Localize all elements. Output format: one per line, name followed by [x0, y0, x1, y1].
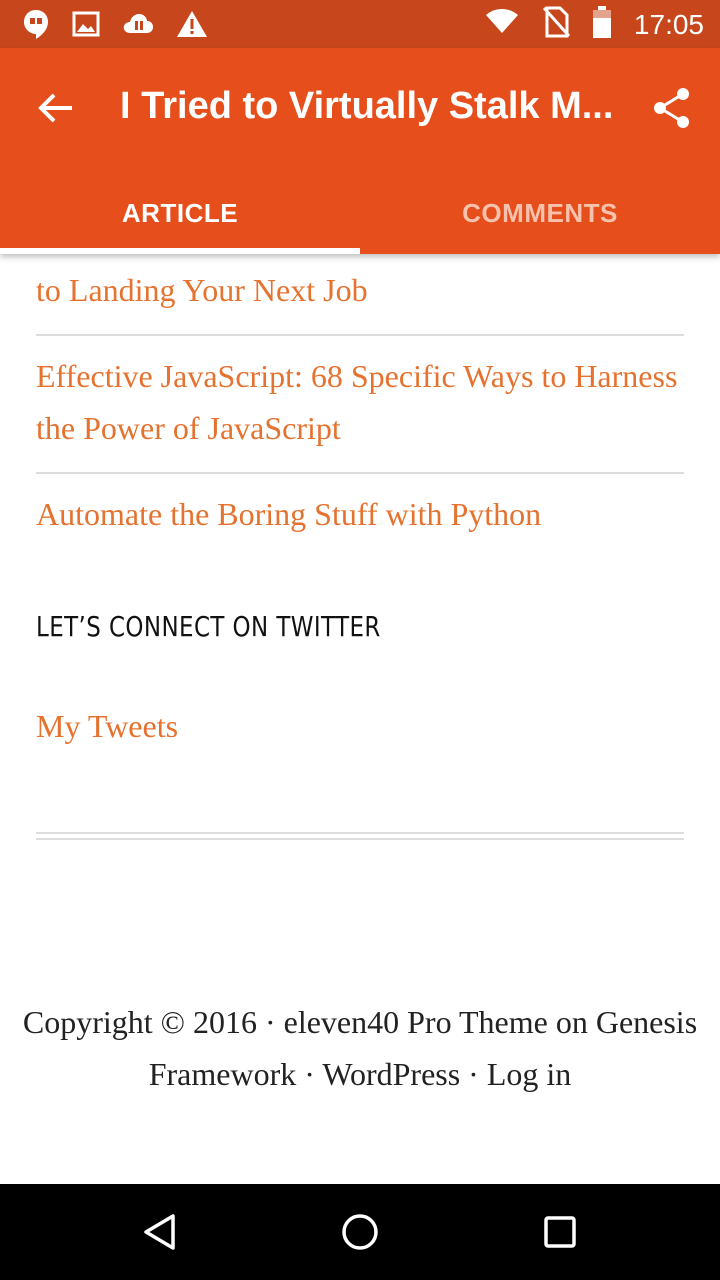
cloud-icon — [122, 11, 154, 42]
clock: 17:05 — [633, 8, 704, 40]
divider — [36, 472, 684, 474]
footer-divider — [36, 838, 684, 840]
book-link[interactable]: Automate the Boring Stuff with Python — [36, 488, 684, 540]
warning-icon — [176, 10, 208, 43]
image-icon — [72, 10, 100, 43]
twitter-section-heading: LET’S CONNECT ON TWITTER — [36, 610, 381, 643]
tab-article[interactable]: ARTICLE — [0, 172, 360, 254]
battery-icon — [592, 6, 612, 43]
article-content: to Landing Your Next Job Effective JavaS… — [0, 254, 720, 1184]
divider — [36, 334, 684, 336]
home-circle-icon[interactable] — [334, 1206, 386, 1258]
share-icon[interactable] — [646, 82, 698, 134]
notification-icons — [22, 8, 208, 45]
recents-square-icon[interactable] — [534, 1206, 586, 1258]
footer-copyright: Copyright © 2016 · eleven40 Pro Theme on… — [22, 1004, 698, 1092]
tab-comments[interactable]: COMMENTS — [360, 172, 720, 254]
tab-selected-indicator — [0, 248, 360, 254]
status-bar: 17:05 — [0, 0, 720, 48]
my-tweets-link[interactable]: My Tweets — [36, 700, 684, 752]
book-link[interactable]: Effective JavaScript: 68 Specific Ways t… — [36, 350, 684, 454]
back-triangle-icon[interactable] — [134, 1206, 186, 1258]
hangouts-icon — [22, 8, 50, 45]
wifi-icon — [484, 7, 520, 42]
book-link[interactable]: to Landing Your Next Job — [36, 264, 684, 316]
footer-divider — [36, 832, 684, 834]
back-arrow-icon[interactable] — [30, 82, 82, 134]
article-title: I Tried to Virtually Stalk M... — [120, 85, 614, 127]
system-icons: 17:05 — [484, 6, 704, 43]
navigation-bar — [0, 1184, 720, 1280]
app-bar: I Tried to Virtually Stalk M... ARTICLE … — [0, 48, 720, 254]
no-sim-icon — [542, 6, 571, 43]
